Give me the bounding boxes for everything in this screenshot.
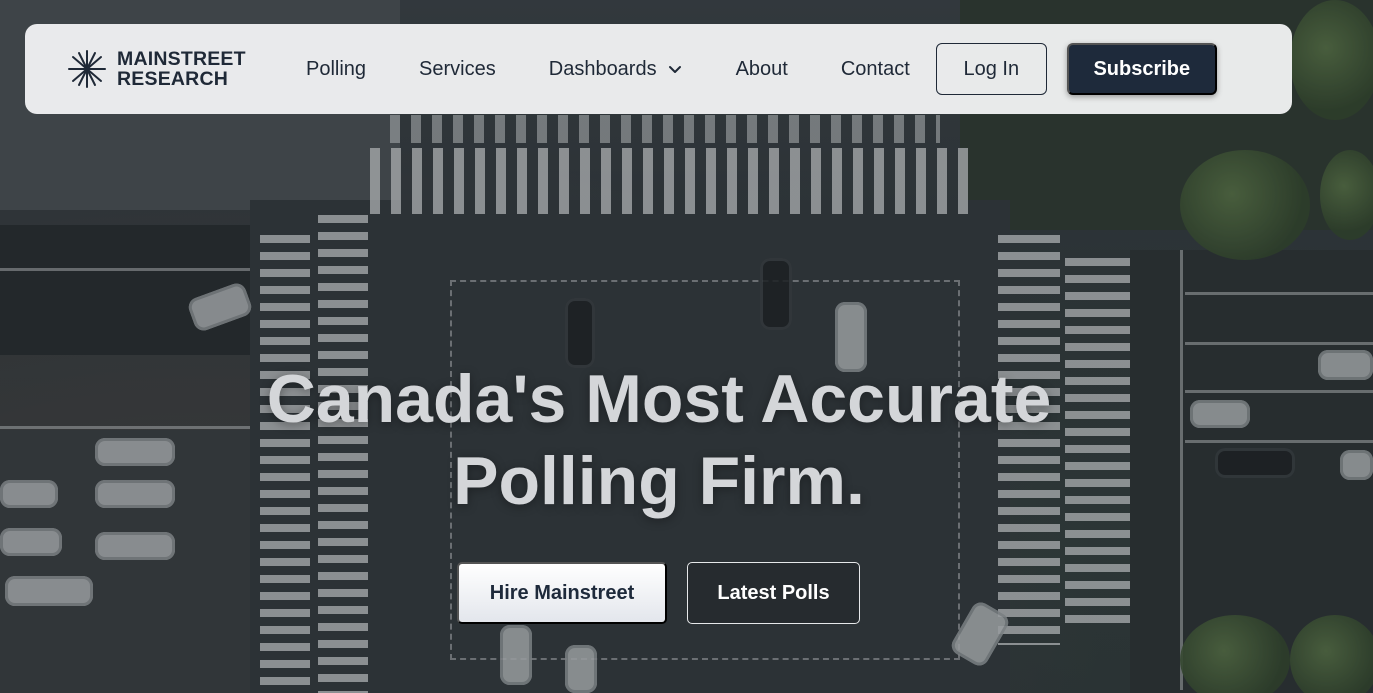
nav-link-about[interactable]: About: [736, 58, 788, 81]
brand-line-1: MAINSTREET: [117, 48, 246, 70]
top-navigation-bar: MAINSTREET RESEARCH Polling Services Das…: [25, 24, 1292, 114]
nav-link-contact[interactable]: Contact: [841, 58, 910, 81]
nav-link-polling[interactable]: Polling: [306, 58, 366, 81]
latest-polls-button[interactable]: Latest Polls: [687, 562, 860, 624]
brand-line-2: RESEARCH: [117, 68, 229, 90]
subscribe-button[interactable]: Subscribe: [1066, 43, 1217, 95]
nav-link-dashboards[interactable]: Dashboards: [549, 58, 683, 81]
mainstreet-logo-icon: [68, 50, 106, 88]
brand-wordmark: MAINSTREET RESEARCH: [117, 49, 246, 89]
nav-link-dashboards-label: Dashboards: [548, 57, 657, 80]
hero-headline-line-2: Polling Firm.: [453, 443, 865, 519]
hero-headline-line-1: Canada's Most Accurate: [266, 361, 1052, 437]
hero-actions: Hire Mainstreet Latest Polls: [457, 562, 860, 624]
nav-link-services[interactable]: Services: [419, 58, 496, 81]
chevron-down-icon: [668, 66, 681, 73]
hire-mainstreet-button[interactable]: Hire Mainstreet: [457, 562, 667, 624]
nav-links: Polling Services Dashboards About Contac…: [306, 58, 936, 81]
log-in-button[interactable]: Log In: [935, 43, 1047, 95]
brand-logo[interactable]: MAINSTREET RESEARCH: [65, 47, 265, 91]
hero-headline: Canada's Most Accurate Polling Firm.: [0, 358, 1318, 522]
